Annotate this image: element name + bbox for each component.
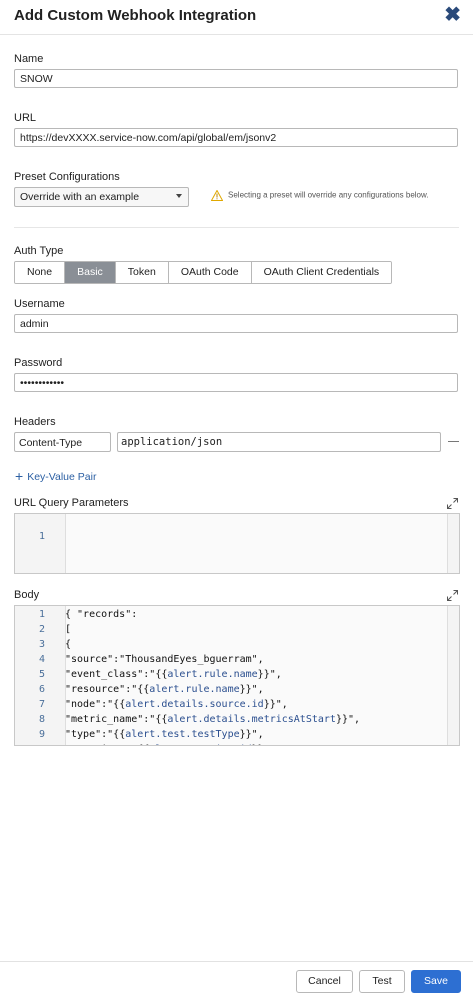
remove-header-icon[interactable] [448,441,459,442]
body-scrollbar[interactable] [447,606,459,745]
cancel-button[interactable]: Cancel [296,970,353,993]
preset-warning: Selecting a preset will override any con… [211,190,429,201]
code-text: [ [65,624,72,635]
code-text: { [65,639,72,650]
line-number: 9 [38,729,45,740]
auth-type-label: Auth Type [14,245,64,257]
code-text: "source":"ThousandEyes_bguerram", [65,654,264,665]
name-label: Name [14,53,44,65]
save-button[interactable]: Save [411,970,461,993]
line-number: 2 [38,624,45,635]
url-input[interactable] [14,128,458,147]
preset-label: Preset Configurations [14,171,120,183]
query-params-editor[interactable]: 1 [14,513,460,574]
expand-query-editor-icon[interactable] [447,498,458,509]
dialog-header: Add Custom Webhook Integration ✖ [0,0,473,35]
name-input[interactable] [14,69,458,88]
preset-select[interactable]: Override with an example [14,187,189,207]
auth-type-segmented-control: None Basic Token OAuth Code OAuth Client… [14,261,393,284]
code-text: "severity":"{{alert.severity.id}}", [65,742,276,745]
code-text: "node":"{{alert.details.source.id}}", [65,699,288,710]
section-divider [14,227,459,228]
query-params-scrollbar[interactable] [447,514,459,573]
line-number: 1 [38,531,45,542]
preset-warning-text: Selecting a preset will override any con… [228,190,429,200]
warning-icon [211,190,223,201]
auth-option-none[interactable]: None [15,262,66,283]
query-params-line: 1 [15,514,45,542]
body-editor[interactable]: 1 { "records": 2 [3 {4 "source":"ThousandEyes… [14,605,460,746]
auth-option-basic[interactable]: Basic [65,262,116,283]
headers-label: Headers [14,416,56,428]
test-button[interactable]: Test [359,970,405,993]
auth-option-token[interactable]: Token [115,262,169,283]
password-label: Password [14,357,63,369]
header-key-input[interactable]: Content-Type [14,432,111,452]
line-number: 7 [38,699,45,710]
add-key-value-pair-link[interactable]: + Key-Value Pair [15,468,96,484]
chevron-down-icon [176,194,182,198]
username-input[interactable] [14,314,458,333]
dialog-title: Add Custom Webhook Integration [14,7,257,24]
code-text: "type":"{{alert.test.testType}}", [65,729,264,740]
header-value-input[interactable]: application/json [117,432,441,452]
line-number: 10 [15,742,45,745]
code-text: "resource":"{{alert.rule.name}}", [65,684,264,695]
plus-icon: + [15,468,24,484]
line-number: 1 [38,609,45,620]
auth-option-oauth-code[interactable]: OAuth Code [168,262,252,283]
add-key-value-pair-label: Key-Value Pair [27,471,97,483]
username-label: Username [14,298,65,310]
code-text: "metric_name":"{{alert.details.metricsAt… [65,714,361,725]
body-label: Body [14,589,40,601]
password-input[interactable]: •••••••••••• [14,373,458,392]
auth-option-oauth-client-credentials[interactable]: OAuth Client Credentials [251,262,392,283]
code-text: "event_class":"{{alert.rule.name}}", [65,669,282,680]
code-text: { "records": [65,609,138,620]
line-number: 3 [38,639,45,650]
preset-selected-value: Override with an example [20,191,140,203]
line-number: 5 [38,669,45,680]
close-icon[interactable]: ✖ [444,5,461,25]
line-number: 4 [38,654,45,665]
query-params-label: URL Query Parameters [14,497,129,509]
line-number: 6 [38,684,45,695]
url-label: URL [14,112,37,124]
expand-body-editor-icon[interactable] [447,590,458,601]
line-number: 8 [38,714,45,725]
